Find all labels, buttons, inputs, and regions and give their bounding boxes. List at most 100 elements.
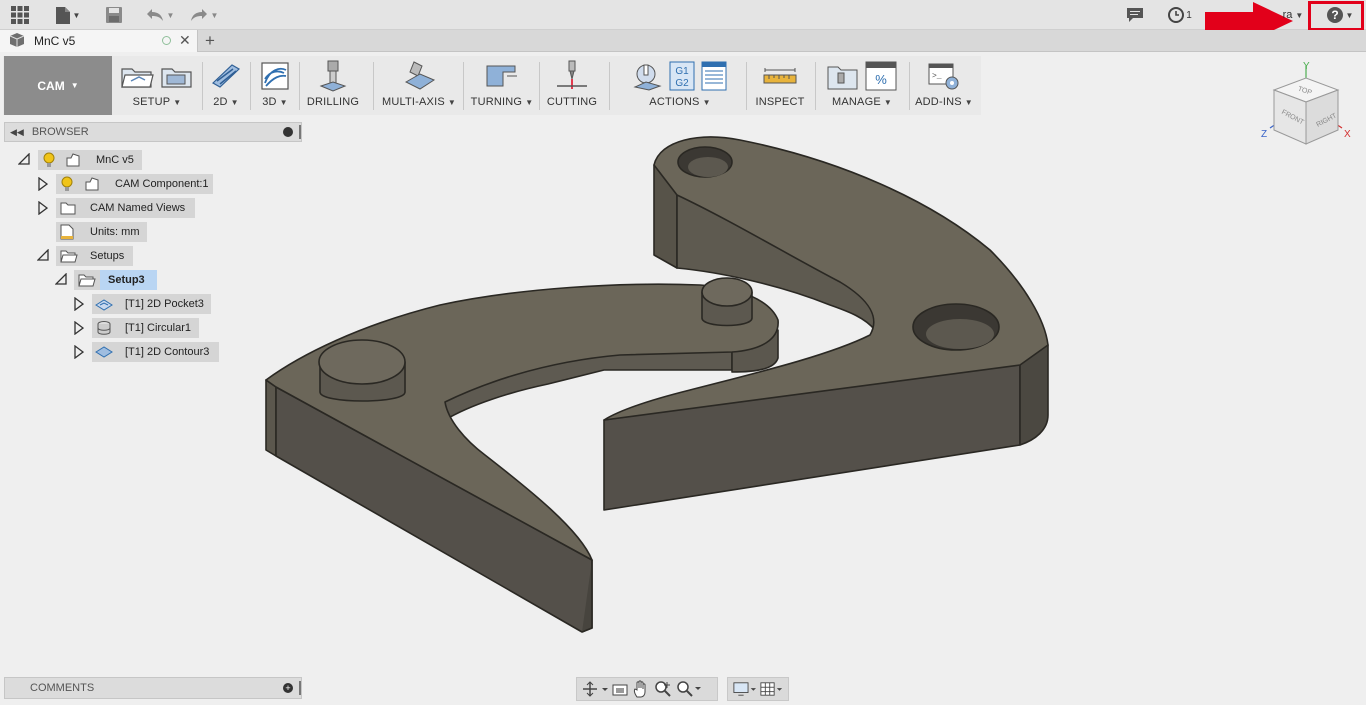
g2-text: G2: [675, 78, 689, 89]
post-library-icon: %: [865, 61, 897, 91]
op2-label: [T1] Circular1: [125, 322, 192, 334]
drilling-button[interactable]: DRILLING: [303, 56, 363, 115]
tab-status-circle-icon: [162, 36, 171, 45]
job-status-button[interactable]: 1: [1164, 4, 1196, 26]
setup-sheet-icon: [701, 61, 727, 91]
add-ins-group[interactable]: >_ ADD-INS ▼: [913, 56, 975, 115]
simulate-icon: [633, 64, 662, 91]
ribbon-divider: [202, 62, 203, 110]
tree-node-op-2d-pocket[interactable]: [T1] 2D Pocket3: [92, 294, 211, 314]
open-folder-icon: [60, 250, 78, 263]
x-axis-label: X: [1344, 129, 1351, 140]
open-folder-icon: [78, 274, 96, 287]
undo-icon: [146, 9, 163, 21]
fit-zoom-icon[interactable]: [676, 680, 702, 698]
data-panel-grid-icon[interactable]: [8, 4, 32, 26]
setup-folder-icon: [121, 68, 154, 88]
zoom-icon[interactable]: [654, 680, 672, 698]
collapsed-triangle-icon[interactable]: [38, 177, 48, 191]
collapse-panel-icon[interactable]: ◀◀: [10, 127, 24, 138]
undo-button[interactable]: ▼: [142, 4, 178, 26]
expand-triangle-icon[interactable]: [55, 273, 67, 285]
file-icon: [55, 6, 70, 24]
save-button[interactable]: [103, 4, 125, 26]
file-menu-button[interactable]: ▼: [52, 4, 84, 26]
document-tab[interactable]: MnC v5 ✕: [0, 30, 198, 52]
comments-panel-header[interactable]: COMMENTS +: [4, 677, 302, 699]
tree-root-label: MnC v5: [96, 154, 134, 166]
3d-milling-group[interactable]: 3D ▼: [253, 56, 297, 115]
y-axis-label: Y: [1303, 61, 1310, 72]
measure-ruler-icon: [763, 68, 797, 84]
tree-node-op-circular[interactable]: [T1] Circular1: [92, 318, 199, 338]
setup-group[interactable]: SETUP ▼: [113, 56, 201, 115]
new-tab-plus-icon[interactable]: +: [205, 31, 215, 51]
cam-component-label: CAM Component:1: [115, 178, 209, 190]
document-cube-icon: [10, 33, 24, 47]
turning-group[interactable]: TURNING ▼: [467, 56, 537, 115]
multi-axis-group[interactable]: MULTI-AXIS ▼: [379, 56, 459, 115]
cam-ribbon-toolbar: CAM ▼ SETUP ▼ 2D ▼ 3D ▼ DRILLING MULTI-A…: [3, 56, 981, 115]
2d-milling-group[interactable]: 2D ▼: [204, 56, 248, 115]
chat-bubble-icon: [1127, 7, 1143, 22]
tree-node-root[interactable]: MnC v5: [38, 150, 142, 170]
tree-node-units[interactable]: Units: mm: [56, 222, 147, 242]
tool-library-icon: [827, 66, 858, 90]
multi-axis-label: MULTI-AXIS: [381, 96, 445, 108]
circular-op-icon: [97, 321, 111, 335]
browser-options-icon[interactable]: [283, 127, 293, 137]
browser-panel-header[interactable]: ◀◀ BROWSER: [4, 122, 302, 142]
display-settings-icon[interactable]: [733, 681, 756, 697]
ribbon-divider: [250, 62, 251, 110]
document-tab-title: MnC v5: [34, 34, 76, 48]
named-views-label: CAM Named Views: [90, 202, 186, 214]
inspect-button[interactable]: INSPECT: [749, 56, 811, 115]
tree-node-setups[interactable]: Setups: [56, 246, 133, 266]
visibility-bulb-icon[interactable]: [61, 176, 73, 192]
workspace-switcher-button[interactable]: CAM ▼: [4, 56, 112, 115]
tree-node-setup3[interactable]: Setup3: [100, 270, 157, 290]
look-at-icon[interactable]: [612, 681, 628, 697]
cutting-button[interactable]: CUTTING: [541, 56, 603, 115]
redo-icon: [190, 9, 207, 21]
viewcube[interactable]: Y Z X TOP FRONT RIGHT: [1256, 58, 1356, 150]
user-account-menu[interactable]: ra ▼: [1282, 4, 1304, 26]
fusion-cam-window: ▼ ▼ ▼ 1 ra ▼ ? ▼ MnC v5 ✕ + CAM ▼ SETUP …: [0, 0, 1366, 705]
display-settings-toolbar: [727, 677, 789, 701]
svg-text:>_: >_: [932, 72, 942, 81]
visibility-bulb-icon[interactable]: [43, 152, 55, 168]
setup3-icon-box[interactable]: [74, 270, 100, 290]
cam-part-model: [265, 136, 1049, 633]
grid-snap-icon[interactable]: [760, 681, 783, 697]
add-ins-label: ADD-INS: [915, 96, 962, 108]
2d-label: 2D: [213, 96, 228, 108]
ribbon-divider: [299, 62, 300, 110]
top-toolbar: ▼ ▼ ▼ 1 ra ▼ ? ▼: [0, 0, 1366, 40]
collapsed-triangle-icon[interactable]: [74, 345, 84, 359]
tree-node-named-views[interactable]: CAM Named Views: [56, 198, 195, 218]
component-icon: [85, 177, 99, 191]
pan-hand-icon[interactable]: [632, 680, 650, 698]
manage-group[interactable]: % MANAGE ▼: [819, 56, 905, 115]
collapsed-triangle-icon[interactable]: [74, 297, 84, 311]
expand-triangle-icon[interactable]: [37, 249, 49, 261]
tree-node-cam-component[interactable]: CAM Component:1: [56, 174, 213, 194]
tree-node-op-2d-contour[interactable]: [T1] 2D Contour3: [92, 342, 219, 362]
job-count: 1: [1186, 9, 1192, 21]
add-comment-icon[interactable]: +: [283, 683, 293, 693]
2d-pocket-op-icon: [95, 299, 113, 311]
expand-triangle-icon[interactable]: [18, 153, 30, 165]
document-tab-bar: MnC v5 ✕ +: [0, 30, 1366, 52]
orbit-icon[interactable]: [582, 681, 608, 697]
comments-toggle-button[interactable]: [1124, 4, 1146, 26]
actions-group[interactable]: G1 G2 ACTIONS ▼: [613, 56, 747, 115]
setups-label: Setups: [90, 250, 125, 262]
collapsed-triangle-icon[interactable]: [38, 201, 48, 215]
op1-label: [T1] 2D Pocket3: [125, 298, 204, 310]
collapsed-triangle-icon[interactable]: [74, 321, 84, 335]
ribbon-divider: [746, 62, 747, 110]
ribbon-divider: [539, 62, 540, 110]
redo-button[interactable]: ▼: [186, 4, 222, 26]
close-tab-icon[interactable]: ✕: [179, 32, 191, 49]
stock-folder-icon: [161, 68, 192, 88]
